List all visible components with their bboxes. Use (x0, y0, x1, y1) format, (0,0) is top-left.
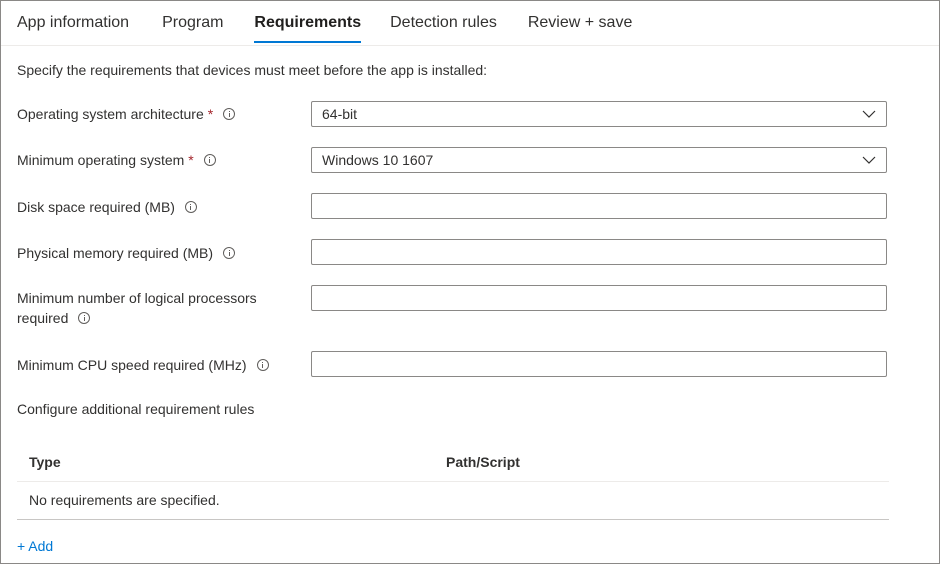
add-requirement-link[interactable]: + Add (17, 538, 53, 554)
physical-memory-input[interactable] (312, 240, 886, 264)
empty-message: No requirements are specified. (29, 492, 220, 508)
min-os-label-text: Minimum operating system (17, 152, 185, 168)
os-architecture-label-text: Operating system architecture (17, 106, 204, 122)
info-icon[interactable] (223, 108, 236, 120)
logical-processors-input-box (311, 285, 887, 311)
requirement-rules-table: Type Path/Script No requirements are spe… (17, 443, 889, 520)
requirements-panel: App information Program Requirements Det… (0, 0, 940, 564)
os-architecture-value: 64-bit (322, 106, 358, 122)
physical-memory-label: Physical memory required (MB) (17, 243, 236, 263)
min-os-value: Windows 10 1607 (322, 152, 434, 168)
additional-rules-heading: Configure additional requirement rules (17, 401, 255, 417)
info-icon[interactable] (78, 312, 91, 324)
required-marker: * (207, 106, 214, 122)
info-icon[interactable] (203, 154, 216, 166)
tab-requirements[interactable]: Requirements (254, 1, 361, 45)
chevron-down-icon (862, 110, 876, 118)
disk-space-label-text: Disk space required (MB) (17, 199, 175, 215)
disk-space-input[interactable] (312, 194, 886, 218)
tab-program[interactable]: Program (162, 1, 223, 45)
os-architecture-label: Operating system architecture * (17, 104, 236, 124)
info-icon[interactable] (223, 247, 236, 259)
disk-space-input-box (311, 193, 887, 219)
intro-text: Specify the requirements that devices mu… (17, 62, 488, 78)
logical-processors-label-text: Minimum number of logical processors req… (17, 290, 257, 326)
os-architecture-dropdown[interactable]: 64-bit (311, 101, 887, 127)
table-header: Type Path/Script (17, 443, 889, 482)
physical-memory-label-text: Physical memory required (MB) (17, 245, 214, 261)
cpu-speed-input-box (311, 351, 887, 377)
required-marker: * (188, 152, 194, 168)
logical-processors-input[interactable] (312, 286, 886, 310)
table-row: No requirements are specified. (17, 482, 889, 520)
min-os-dropdown[interactable]: Windows 10 1607 (311, 147, 887, 173)
column-header-path-script: Path/Script (446, 454, 520, 470)
cpu-speed-input[interactable] (312, 352, 886, 376)
tab-review-save[interactable]: Review + save (528, 1, 633, 45)
logical-processors-label: Minimum number of logical processors req… (17, 288, 297, 328)
min-os-label: Minimum operating system * (17, 150, 216, 170)
tab-detection-rules[interactable]: Detection rules (390, 1, 497, 45)
info-icon[interactable] (184, 201, 197, 213)
tab-app-information[interactable]: App information (17, 1, 129, 45)
info-icon[interactable] (256, 359, 269, 371)
physical-memory-input-box (311, 239, 887, 265)
disk-space-label: Disk space required (MB) (17, 197, 197, 217)
chevron-down-icon (862, 156, 876, 164)
tab-divider (1, 45, 939, 46)
cpu-speed-label: Minimum CPU speed required (MHz) (17, 355, 269, 375)
column-header-type: Type (29, 454, 61, 470)
cpu-speed-label-text: Minimum CPU speed required (MHz) (17, 357, 247, 373)
tab-bar: App information Program Requirements Det… (17, 1, 632, 45)
